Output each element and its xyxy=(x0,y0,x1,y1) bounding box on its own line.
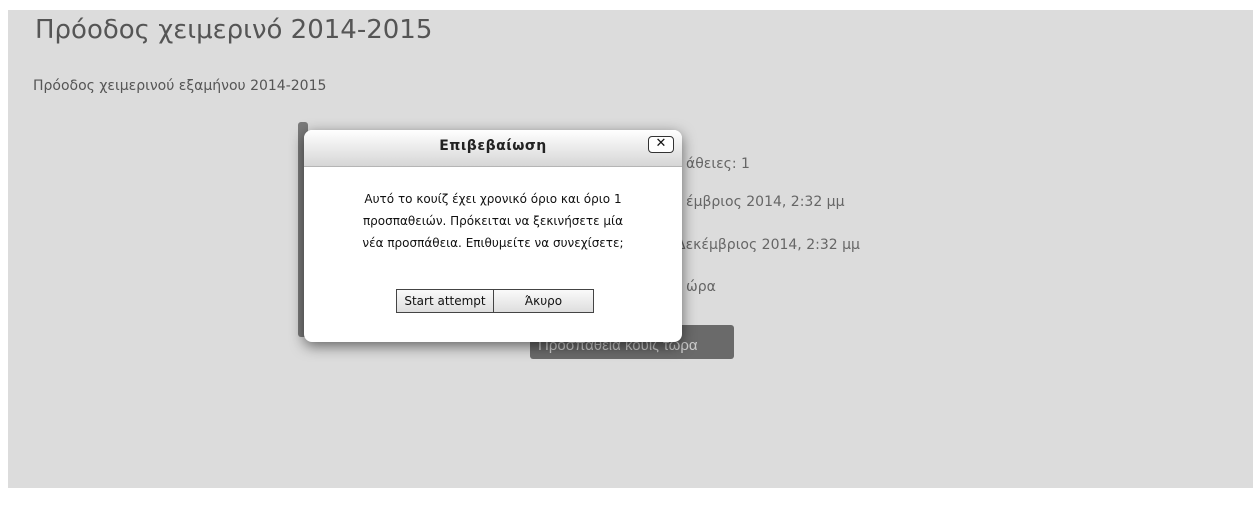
start-attempt-button[interactable]: Start attempt xyxy=(396,289,494,313)
dialog-header: Επιβεβαίωση ✕ xyxy=(304,130,682,167)
dialog-message-line: νέα προσπάθεια. Επιθυμείτε να συνεχίσετε… xyxy=(362,236,624,250)
quiz-close-date-text: Δεκέμβριος 2014, 2:32 μμ xyxy=(676,237,860,253)
quiz-open-date-text: έμβριος 2014, 2:32 μμ xyxy=(686,194,845,210)
dialog-message: Αυτό το κουίζ έχει χρονικό όριο και όριο… xyxy=(322,188,664,254)
time-limit-text: ώρα xyxy=(686,279,716,295)
dialog-message-line: Αυτό το κουίζ έχει χρονικό όριο και όριο… xyxy=(364,192,622,206)
cancel-button[interactable]: Άκυρο xyxy=(494,289,594,313)
attempts-allowed-text: άθειες: 1 xyxy=(686,156,750,172)
dialog-title: Επιβεβαίωση xyxy=(439,138,547,154)
page-title: Πρόοδος χειμερινό 2014-2015 xyxy=(35,15,433,45)
confirmation-dialog: Επιβεβαίωση ✕ Αυτό το κουίζ έχει χρονικό… xyxy=(304,130,682,342)
close-icon[interactable]: ✕ xyxy=(648,136,674,153)
quiz-intro: Πρόοδος χειμερινού εξαμήνου 2014-2015 xyxy=(33,78,327,94)
dialog-buttons: Start attempt Άκυρο xyxy=(396,289,594,313)
dialog-message-line: προσπαθειών. Πρόκειται να ξεκινήσετε μία xyxy=(362,214,624,228)
